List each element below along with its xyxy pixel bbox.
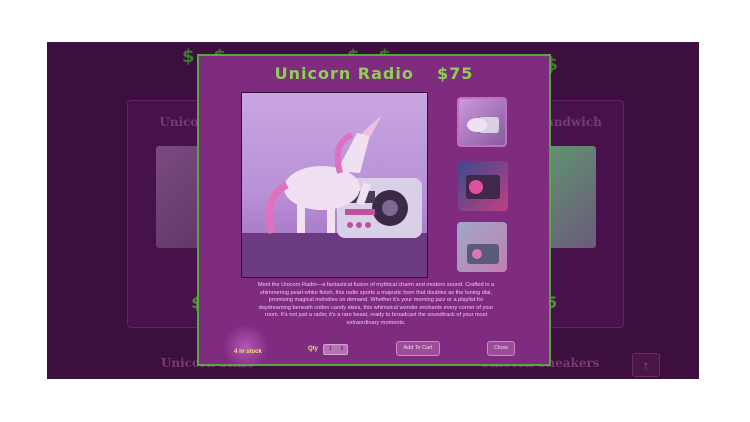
stock-status: 4 in stock (234, 349, 262, 355)
modal-price: $75 (437, 64, 474, 83)
product-thumbnail-1[interactable] (457, 97, 507, 147)
chevron-updown-icon: ⇕ (339, 346, 344, 352)
product-thumbnail-2[interactable] (458, 161, 508, 211)
quantity-value: 1 (329, 346, 332, 352)
quantity-select[interactable]: 1 ⇕ (323, 344, 348, 355)
scroll-top-button[interactable]: ↑ (632, 353, 660, 377)
product-main-image[interactable] (241, 92, 428, 278)
product-modal: Unicorn Radio $75 Meet the Unicorn Radio… (197, 54, 551, 368)
product-description: Meet the Unicorn Radio—a fantastical fus… (257, 282, 495, 326)
add-to-cart-button[interactable]: Add To Cart (396, 341, 440, 356)
modal-title: Unicorn Radio (274, 64, 414, 83)
close-button[interactable]: Close (487, 341, 515, 356)
thumbnail-image (467, 244, 499, 264)
thumbnail-image (466, 175, 500, 199)
quantity-label: Qty (308, 346, 319, 352)
arrow-up-icon: ↑ (643, 358, 649, 372)
unicorn-radio-illustration (242, 115, 427, 277)
product-thumbnail-3[interactable] (457, 222, 507, 272)
thumbnail-image (467, 117, 499, 133)
modal-heading: Unicorn Radio $75 (199, 64, 549, 83)
